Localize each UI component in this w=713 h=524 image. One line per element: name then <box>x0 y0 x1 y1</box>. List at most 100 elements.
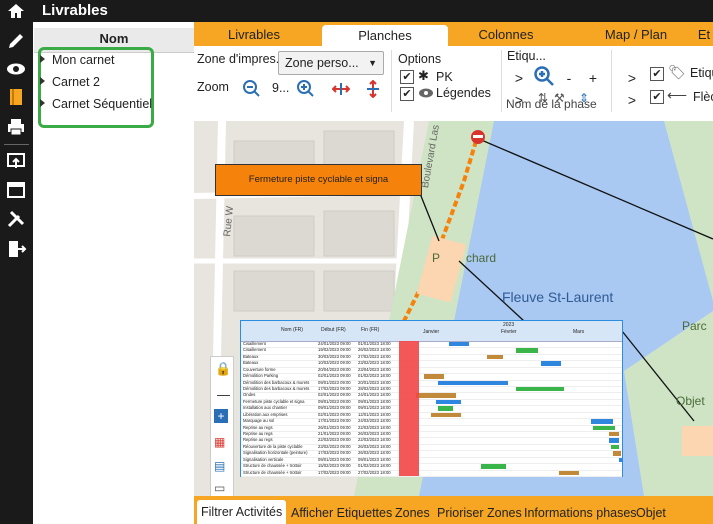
legendes-label: Légendes <box>436 86 491 100</box>
gantt-bar[interactable] <box>611 444 619 450</box>
pencil-icon[interactable] <box>5 30 27 52</box>
tree-item-label: Carnet Séquentiel <box>52 97 153 111</box>
gantt-bar[interactable] <box>609 438 619 443</box>
expand-arrow-icon[interactable] <box>40 55 45 63</box>
gantt-month: Mars <box>573 329 585 335</box>
tree-item-label: Carnet 2 <box>52 75 100 89</box>
gantt-bar[interactable] <box>449 342 469 347</box>
gantt-bar[interactable] <box>591 419 613 424</box>
tab-objet[interactable]: Objet <box>632 502 670 524</box>
tree-item-mon-carnet[interactable]: Mon carnet <box>40 53 115 67</box>
tab-livrables[interactable]: Livrables <box>214 22 294 46</box>
tree-item-carnet-2[interactable]: Carnet 2 <box>40 75 100 89</box>
gantt-bar[interactable] <box>559 470 579 475</box>
gantt-bar[interactable] <box>438 406 453 411</box>
app-title: Livrables <box>42 2 108 19</box>
zoom-value[interactable]: 9... <box>272 81 289 95</box>
logout-icon[interactable] <box>5 238 27 260</box>
gantt-bar[interactable] <box>431 412 461 418</box>
object-label: Objet <box>676 394 705 408</box>
legendes-checkbox[interactable]: ✔ <box>400 87 414 101</box>
gantt-bar[interactable] <box>438 380 508 385</box>
pk-checkbox[interactable]: ✔ <box>400 70 414 84</box>
map-canvas[interactable]: Fermeture piste cyclable et signa Rue W … <box>194 121 713 496</box>
minus-icon[interactable]: — <box>217 387 230 402</box>
park-label: chard <box>466 251 497 265</box>
park-label: Parc <box>682 319 707 333</box>
eye-icon[interactable] <box>5 58 27 80</box>
map-toolbar: 🔒 — + ▦ ▤ ▭ <box>210 356 234 496</box>
etiquette-checkbox[interactable]: ✔ <box>650 67 664 81</box>
gantt-year: 2023 <box>503 322 515 328</box>
zoom-in-icon[interactable] <box>296 79 316 99</box>
tab-planches[interactable]: Planches <box>322 25 448 46</box>
gantt-bar[interactable] <box>516 348 538 353</box>
fleche-option-label: Flèc <box>693 90 713 104</box>
gantt-bar[interactable] <box>487 354 503 360</box>
grid-icon[interactable]: ▦ <box>214 435 225 449</box>
lock-icon[interactable]: 🔒 <box>215 361 231 377</box>
gantt-bar[interactable] <box>619 457 622 463</box>
expand-arrow-icon[interactable] <box>40 77 45 85</box>
chevron-down-icon: ▼ <box>368 58 377 68</box>
gantt-bar[interactable] <box>436 399 461 405</box>
fit-height-icon[interactable] <box>364 80 382 98</box>
tools-icon[interactable] <box>5 208 27 230</box>
fleche-checkbox[interactable]: ✔ <box>650 90 664 104</box>
tab-et[interactable]: Et <box>694 22 713 46</box>
arrow-left-icon: ⟵ <box>667 87 688 103</box>
tab-colonnes[interactable]: Colonnes <box>456 22 556 46</box>
options-label: Options <box>398 52 442 66</box>
gantt-cell-name: Structure de chaussée + trottoir <box>243 469 302 475</box>
gantt-header: Nom (FR) Début (FR) Fin (FR) 2023 Janvie… <box>241 321 622 342</box>
tab-zones[interactable]: Zones <box>391 502 434 524</box>
gantt-bar[interactable] <box>541 361 561 366</box>
export-icon[interactable] <box>5 150 27 172</box>
tab-map-plan[interactable]: Map / Plan <box>596 22 676 46</box>
gantt-bar[interactable] <box>424 374 444 379</box>
orange-label-box[interactable]: Fermeture piste cyclable et signa <box>215 164 422 196</box>
tag-icon: 🏷 <box>668 64 686 80</box>
next-button-4[interactable]: > <box>621 90 643 110</box>
gantt-today-band <box>399 341 419 476</box>
gantt-chart[interactable]: Nom (FR) Début (FR) Fin (FR) 2023 Janvie… <box>240 320 623 477</box>
pk-label: PK <box>436 70 453 84</box>
gantt-bar[interactable] <box>609 432 619 437</box>
plus-button[interactable]: + <box>582 68 604 88</box>
next-button[interactable]: > <box>508 68 530 88</box>
tree-item-label: Mon carnet <box>52 53 115 67</box>
tab-prioriser-zones[interactable]: Prioriser Zones <box>433 502 526 524</box>
river-label: Fleuve St-Laurent <box>502 289 614 305</box>
tree-item-carnet-sequentiel[interactable]: Carnet Séquentiel <box>40 97 152 111</box>
gantt-cell-start: 17/02/2023 09:00 <box>318 469 351 475</box>
tab-afficher-etiquettes[interactable]: Afficher Etiquettes <box>287 502 396 524</box>
gantt-col-end: Fin (FR) <box>361 327 380 333</box>
book-icon[interactable] <box>5 86 27 108</box>
zoom-out-icon[interactable] <box>242 79 262 99</box>
gantt-bar[interactable] <box>516 387 564 392</box>
etiquettes-label: Etiqu... <box>507 49 546 63</box>
document-icon[interactable]: ▤ <box>214 459 225 473</box>
home-icon[interactable] <box>6 2 26 20</box>
calendar-icon[interactable] <box>5 178 27 200</box>
next-button-3[interactable]: > <box>621 68 643 88</box>
gantt-bar[interactable] <box>416 393 456 398</box>
gantt-month: Février <box>501 329 517 335</box>
zoom-in-icon[interactable] <box>533 65 555 87</box>
fit-width-icon[interactable] <box>332 80 350 98</box>
eye-icon <box>419 88 433 98</box>
gantt-row[interactable]: Structure de chaussée + trottoir 17/02/20… <box>241 470 622 477</box>
expand-arrow-icon[interactable] <box>40 99 45 107</box>
minus-button[interactable]: - <box>558 68 580 88</box>
gantt-bar[interactable] <box>481 464 506 469</box>
page-icon[interactable]: ▭ <box>214 481 225 495</box>
tab-filtrer-activites[interactable]: Filtrer Activités <box>197 500 287 524</box>
printer-icon[interactable] <box>5 116 27 138</box>
tree-panel: Nom Mon carnet Carnet 2 Carnet Séquentie… <box>34 22 195 524</box>
gantt-bar[interactable] <box>613 451 621 456</box>
add-icon[interactable]: + <box>214 409 228 423</box>
gantt-rows: Cisaillement 24/01/2023 09:00 01/01/2023 1… <box>241 341 622 477</box>
tab-informations-phases[interactable]: Informations phases <box>520 502 641 524</box>
gantt-bar[interactable] <box>593 425 615 430</box>
zone-select[interactable]: Zone perso... ▼ <box>278 51 384 75</box>
